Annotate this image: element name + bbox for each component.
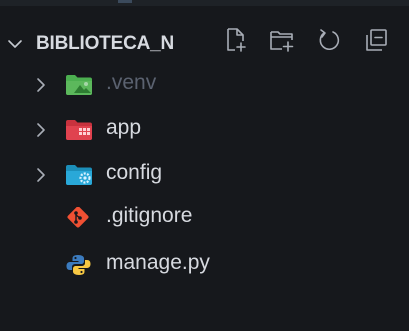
tree-item-label: .venv [106,71,157,94]
chevron-down-icon[interactable] [6,35,24,53]
tree-item-label: manage.py [106,251,210,274]
tree-item-gitignore[interactable]: .gitignore [0,198,409,238]
config-folder-icon [65,164,93,186]
panel-edge [409,0,418,331]
tree-item-label: .gitignore [106,204,193,227]
chevron-right-icon[interactable] [34,77,48,93]
folder-title: BIBLIOTECA_N [36,33,174,54]
git-icon [65,206,93,229]
tree-item-app[interactable]: app [0,110,409,150]
collapse-all-icon[interactable] [362,26,390,54]
explorer-folder-header[interactable]: BIBLIOTECA_N [0,26,409,62]
explorer-panel: BIBLIOTECA_N .venv app config .gitignore… [0,0,409,331]
new-folder-icon[interactable] [268,26,296,54]
tree-item-label: app [106,116,142,139]
venv-folder-icon [65,74,93,96]
top-tab-strip [0,0,409,6]
tree-item-label: config [106,161,163,184]
tree-item-config[interactable]: config [0,155,409,195]
refresh-icon[interactable] [315,26,343,54]
app-folder-icon [65,119,93,141]
chevron-right-icon[interactable] [34,167,48,183]
chevron-right-icon[interactable] [34,122,48,138]
tree-item-venv[interactable]: .venv [0,65,409,105]
new-file-icon[interactable] [222,26,250,54]
python-icon [65,254,93,276]
tree-item-manage-py[interactable]: manage.py [0,245,409,285]
